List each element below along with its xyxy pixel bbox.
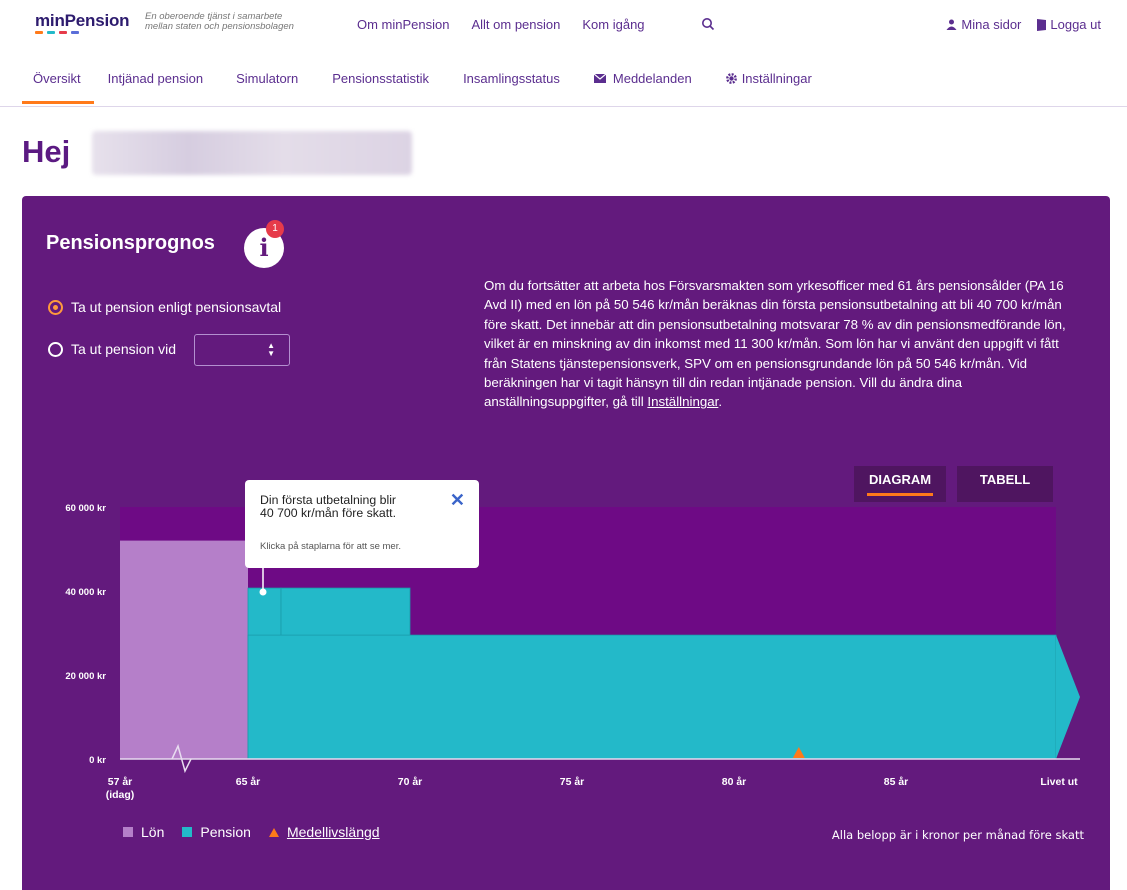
envelope-icon (593, 74, 606, 83)
top-header: minPension En oberoende tjänst i samarbe… (0, 0, 1127, 52)
tab-pensionsstatistik[interactable]: Pensionsstatistik (332, 71, 429, 86)
bar-salary (120, 540, 248, 759)
x-tick-label: 80 år (722, 776, 747, 788)
legend-item-life-expectancy[interactable]: Medellivslängd (268, 824, 380, 840)
tab-insamlingsstatus[interactable]: Insamlingsstatus (463, 71, 560, 86)
legend-item-pension: Pension (182, 824, 251, 840)
sub-nav: Översikt Intjänad pension Simulatorn Pen… (0, 52, 1127, 107)
gear-icon (725, 73, 737, 84)
first-payment-tooltip: Din första utbetalning blir 40 700 kr/må… (245, 480, 479, 568)
tab-simulatorn[interactable]: Simulatorn (236, 71, 298, 86)
x-tick-label: (idag) (106, 789, 135, 801)
tooltip-hint: Klicka på staplarna för att se mer. (260, 541, 401, 552)
tooltip-text: Din första utbetalning blir 40 700 kr/må… (260, 493, 397, 520)
x-tick-label: 57 år (108, 776, 133, 788)
door-icon (1037, 18, 1047, 31)
tab-oversikt[interactable]: Översikt (33, 71, 81, 86)
tooltip-anchor-dot (259, 588, 267, 596)
x-tick-label: 85 år (884, 776, 909, 788)
pension-continues-arrow (1056, 635, 1080, 759)
greeting: Hej (22, 134, 71, 169)
amount-footnote: Alla belopp är i kronor per månad före s… (831, 828, 1084, 842)
tab-intjanad-pension[interactable]: Intjänad pension (108, 71, 203, 86)
search-icon[interactable] (701, 17, 715, 31)
chart-legend: Lön Pension Medellivslängd (123, 824, 380, 840)
y-tick-label: 40 000 kr (65, 587, 106, 598)
user-icon (946, 19, 957, 30)
tagline: En oberoende tjänst i samarbete mellan s… (145, 11, 294, 32)
user-name-redacted (92, 131, 412, 175)
nav-allt-om-pension[interactable]: Allt om pension (471, 17, 560, 32)
active-tab-indicator (22, 101, 94, 104)
x-tick-label: 70 år (398, 776, 423, 788)
logo-dots (35, 31, 79, 34)
nav-om-minpension[interactable]: Om minPension (357, 17, 449, 32)
user-links: Mina sidor Logga ut (946, 17, 1101, 32)
y-tick-label: 60 000 kr (65, 503, 106, 514)
bar-pension (247, 634, 1057, 760)
mina-sidor-link[interactable]: Mina sidor (946, 17, 1021, 32)
x-tick-label: Livet ut (1040, 776, 1078, 788)
pension-chart: 60 000 kr 40 000 kr 20 000 kr 0 kr57 år(ida… (65, 503, 1080, 801)
pension-forecast-panel: Pensionsprognos i 1 Ta ut pension enligt… (22, 196, 1110, 890)
tab-installningar[interactable]: Inställningar (725, 71, 812, 86)
logo[interactable]: minPension (35, 11, 130, 31)
x-tick-label: 65 år (236, 776, 261, 788)
logga-ut-link[interactable]: Logga ut (1037, 17, 1101, 32)
legend-item-salary: Lön (123, 824, 164, 840)
close-icon[interactable]: ✕ (450, 490, 465, 511)
y-tick-label: 20 000 kr (65, 671, 106, 682)
y-tick-label: 0 kr (89, 755, 106, 766)
tab-meddelanden[interactable]: Meddelanden (593, 71, 692, 86)
nav-kom-igang[interactable]: Kom igång (582, 17, 644, 32)
x-tick-label: 75 år (560, 776, 585, 788)
triangle-icon (268, 827, 279, 837)
top-nav: Om minPension Allt om pension Kom igång (357, 17, 645, 32)
